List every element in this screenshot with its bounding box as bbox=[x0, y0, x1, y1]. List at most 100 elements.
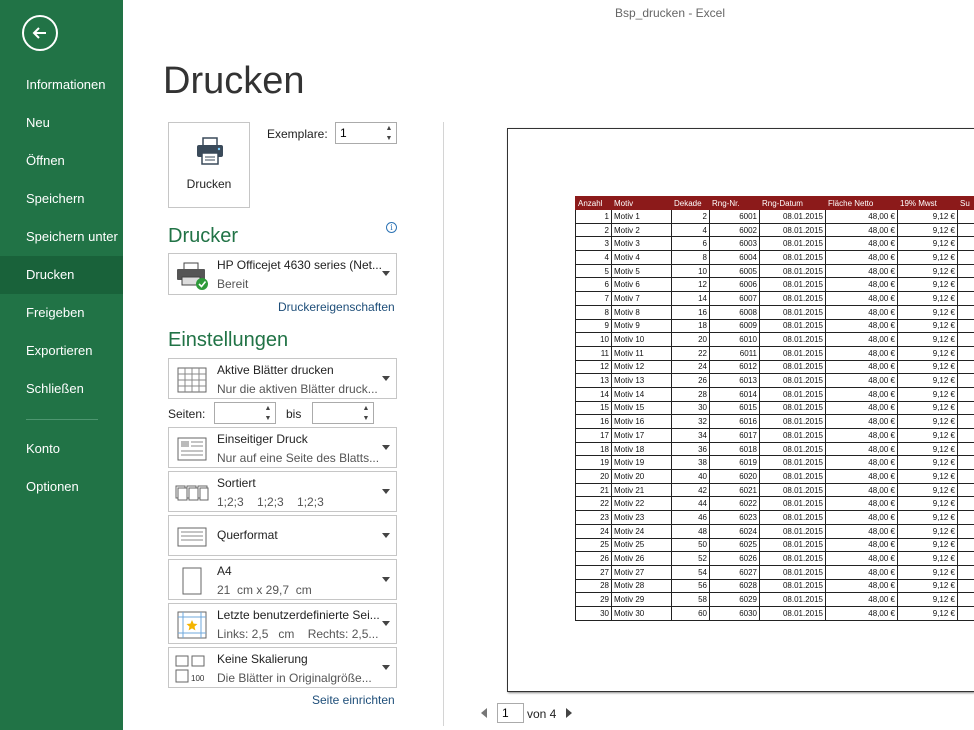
orientation-select[interactable]: Querformat bbox=[168, 515, 397, 556]
page-number-input[interactable] bbox=[497, 703, 524, 723]
table-cell: 6030 bbox=[709, 605, 760, 621]
table-cell: 48,00 € bbox=[825, 386, 898, 402]
nav-item-freigeben[interactable]: Freigeben bbox=[0, 294, 123, 332]
copies-spin-arrows[interactable]: ▲ ▼ bbox=[382, 123, 396, 143]
table-cell: 6013 bbox=[709, 373, 760, 388]
table-cell: 9 bbox=[575, 318, 612, 334]
table-cell: 48,00 € bbox=[825, 373, 898, 388]
nav-item-informationen[interactable]: Informationen bbox=[0, 66, 123, 104]
table-cell: 08.01.2015 bbox=[759, 496, 826, 512]
table-cell bbox=[957, 318, 974, 334]
table-cell: Motiv 28 bbox=[611, 578, 672, 594]
nav-item-neu[interactable]: Neu bbox=[0, 104, 123, 142]
copies-input[interactable] bbox=[336, 123, 382, 143]
table-header-cell: 19% Mwst bbox=[897, 196, 958, 210]
window-title: Bsp_drucken - Excel bbox=[614, 6, 726, 20]
printer-select[interactable]: HP Officejet 4630 series (Net... Bereit bbox=[168, 253, 397, 295]
spin-up-icon[interactable]: ▲ bbox=[363, 405, 370, 412]
pages-from-stepper[interactable]: ▲ ▼ bbox=[214, 402, 276, 424]
chevron-down-icon bbox=[382, 375, 390, 381]
print-button[interactable]: Drucken bbox=[168, 122, 250, 208]
paper-size-select[interactable]: A4 21 cm x 29,7 cm bbox=[168, 559, 397, 600]
nav-item-speichern-unter[interactable]: Speichern unter bbox=[0, 218, 123, 256]
spin-down-icon[interactable]: ▼ bbox=[386, 135, 393, 142]
page-setup-link[interactable]: Seite einrichten bbox=[312, 693, 395, 707]
nav-item-speichern[interactable]: Speichern bbox=[0, 180, 123, 218]
table-row: 23 Motiv 23 46 6023 08.01.2015 48,00 €9,12 € bbox=[575, 510, 974, 525]
spin-down-icon[interactable]: ▼ bbox=[265, 415, 272, 422]
spin-up-icon[interactable]: ▲ bbox=[386, 125, 393, 132]
table-cell: 6014 bbox=[709, 386, 760, 402]
copies-stepper[interactable]: ▲▼ bbox=[335, 122, 397, 144]
nav-item-oeffnen[interactable]: Öffnen bbox=[0, 142, 123, 180]
table-cell: 08.01.2015 bbox=[759, 469, 826, 484]
table-cell bbox=[957, 400, 974, 416]
table-cell: 48,00 € bbox=[825, 400, 898, 416]
pages-to-arrows[interactable]: ▲ ▼ bbox=[359, 403, 373, 423]
scaling-select[interactable]: 100 Keine Skalierung Die Blätter in Orig… bbox=[168, 647, 397, 688]
table-cell: 6016 bbox=[709, 414, 760, 429]
nav-item-schliessen[interactable]: Schließen bbox=[0, 370, 123, 408]
table-cell: 44 bbox=[671, 496, 710, 512]
table-cell: 8 bbox=[575, 304, 612, 320]
table-cell: 9,12 € bbox=[897, 564, 958, 580]
table-cell: Motiv 10 bbox=[611, 332, 672, 347]
previous-page-icon[interactable] bbox=[481, 708, 487, 718]
nav-item-drucken[interactable]: Drucken bbox=[0, 256, 123, 294]
table-header-cell: Fläche Netto bbox=[825, 196, 898, 210]
printer-name: HP Officejet 4630 series (Net... bbox=[217, 258, 382, 272]
table-cell: 6012 bbox=[709, 359, 760, 375]
table-cell: 48,00 € bbox=[825, 318, 898, 334]
nav-item-exportieren[interactable]: Exportieren bbox=[0, 332, 123, 370]
table-cell: Motiv 24 bbox=[611, 523, 672, 539]
table-cell: 6021 bbox=[709, 482, 760, 498]
pages-to-input[interactable] bbox=[313, 403, 359, 423]
pages-to-stepper[interactable]: ▲ ▼ bbox=[312, 402, 374, 424]
table-header-cell: Rng-Nr. bbox=[709, 196, 760, 210]
table-cell bbox=[957, 537, 974, 553]
back-button[interactable] bbox=[22, 15, 58, 51]
table-cell: 9,12 € bbox=[897, 605, 958, 621]
preview-table: Anzahl Motiv Dekade Rng-Nr. Rng-Datum Fläche … bbox=[575, 196, 974, 621]
table-row: 22 Motiv 22 44 6022 08.01.2015 48,00 €9,12 € bbox=[575, 496, 974, 512]
pages-from-arrows[interactable]: ▲ ▼ bbox=[261, 403, 275, 423]
table-cell: Motiv 26 bbox=[611, 551, 672, 566]
table-cell: 08.01.2015 bbox=[759, 414, 826, 429]
next-page-icon[interactable] bbox=[566, 708, 572, 718]
table-row: 12 Motiv 12 24 6012 08.01.2015 48,00 €9,12 € bbox=[575, 359, 974, 375]
table-cell: 48,00 € bbox=[825, 523, 898, 539]
table-cell: 48,00 € bbox=[825, 482, 898, 498]
table-cell: 48,00 € bbox=[825, 469, 898, 484]
info-icon[interactable]: i bbox=[386, 222, 397, 233]
table-cell bbox=[957, 551, 974, 566]
table-cell: 29 bbox=[575, 592, 612, 607]
printer-properties-link[interactable]: Druckereigenschaften bbox=[278, 300, 395, 314]
table-cell: 9,12 € bbox=[897, 537, 958, 553]
print-scope-title: Aktive Blätter drucken bbox=[217, 363, 334, 377]
table-cell bbox=[957, 523, 974, 539]
table-cell bbox=[957, 332, 974, 347]
table-cell: 08.01.2015 bbox=[759, 551, 826, 566]
spin-up-icon[interactable]: ▲ bbox=[265, 405, 272, 412]
pages-from-input[interactable] bbox=[215, 403, 261, 423]
margins-select[interactable]: Letzte benutzerdefinierte Sei... Links: … bbox=[168, 603, 397, 644]
collation-select[interactable]: Sortiert 1;2;3 1;2;3 1;2;3 bbox=[168, 471, 397, 512]
sides-select[interactable]: Einseitiger Druck Nur auf eine Seite des… bbox=[168, 427, 397, 468]
table-cell bbox=[957, 564, 974, 580]
table-cell: 8 bbox=[671, 250, 710, 265]
table-cell: 9,12 € bbox=[897, 263, 958, 279]
table-cell: 9,12 € bbox=[897, 482, 958, 498]
table-cell: 18 bbox=[575, 441, 612, 457]
table-cell: 48,00 € bbox=[825, 209, 898, 224]
nav-item-optionen[interactable]: Optionen bbox=[0, 468, 123, 506]
spin-down-icon[interactable]: ▼ bbox=[363, 415, 370, 422]
table-cell: 08.01.2015 bbox=[759, 373, 826, 388]
table-cell: 19 bbox=[575, 455, 612, 471]
nav-item-konto[interactable]: Konto bbox=[0, 430, 123, 468]
print-scope-select[interactable]: Aktive Blätter drucken Nur die aktiven B… bbox=[168, 358, 397, 399]
table-cell: 48,00 € bbox=[825, 551, 898, 566]
scaling-title: Keine Skalierung bbox=[217, 652, 308, 666]
table-cell: 08.01.2015 bbox=[759, 345, 826, 361]
table-cell: 48,00 € bbox=[825, 537, 898, 553]
table-cell: 4 bbox=[575, 250, 612, 265]
